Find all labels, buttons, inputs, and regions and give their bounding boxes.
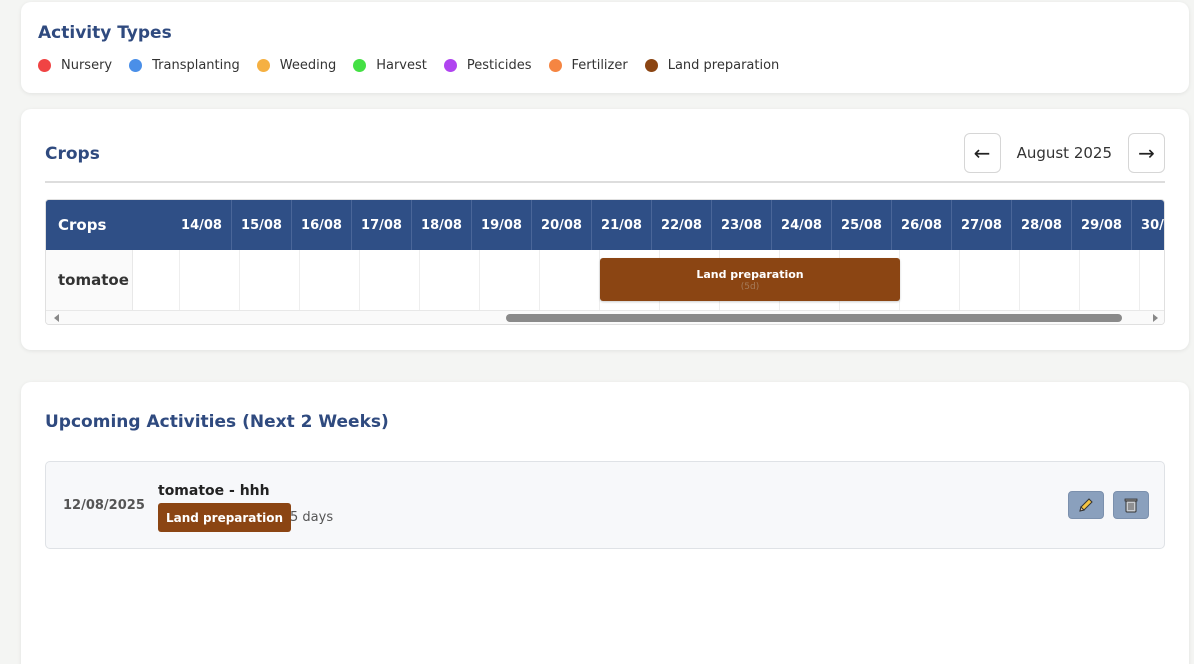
crops-card: Crops ← August 2025 → Crops 14/08 15/08 16… xyxy=(21,109,1189,350)
prev-month-button[interactable]: ← xyxy=(963,133,1001,173)
crops-title: Crops xyxy=(45,144,100,164)
timeline-cell[interactable] xyxy=(360,250,420,310)
timeline-cell[interactable] xyxy=(900,250,960,310)
crops-timeline-grid: Crops 14/08 15/08 16/08 17/08 18/08 19/08 20/0… xyxy=(45,199,1165,325)
delete-button[interactable] xyxy=(1113,491,1149,519)
timeline-cell[interactable] xyxy=(480,250,540,310)
date-column-header: 18/08 xyxy=(412,200,472,250)
activity-types-title: Activity Types xyxy=(38,23,172,43)
activity-types-card: Activity Types Nursery Transplanting Wee… xyxy=(21,2,1189,93)
legend-dot xyxy=(353,59,367,72)
date-column-header: 19/08 xyxy=(472,200,532,250)
timeline-cell[interactable] xyxy=(1080,250,1140,310)
date-column-header: 21/08 xyxy=(592,200,652,250)
timeline-cell[interactable] xyxy=(180,250,240,310)
legend-item-harvest: Harvest xyxy=(353,58,427,73)
crop-row-label: tomatoe xyxy=(46,250,133,310)
timeline-cell[interactable] xyxy=(420,250,480,310)
legend-item-nursery: Nursery xyxy=(38,58,112,73)
date-column-header: 28/08 xyxy=(1012,200,1072,250)
legend-dot xyxy=(644,59,658,72)
legend-item-land-preparation: Land preparation xyxy=(644,58,779,73)
timeline-row: tomatoe Land preparation (5d) xyxy=(46,250,1164,310)
trash-icon xyxy=(1124,498,1138,513)
activity-name: tomatoe - hhh xyxy=(158,483,270,499)
scrollbar-thumb[interactable] xyxy=(506,314,1122,322)
timeline-cell[interactable] xyxy=(300,250,360,310)
legend-item-weeding: Weeding xyxy=(256,58,336,73)
date-column-header: 24/08 xyxy=(772,200,832,250)
pencil-icon xyxy=(1079,498,1093,512)
activity-type-badge: Land preparation xyxy=(158,503,292,532)
scroll-right-arrow-icon[interactable] xyxy=(1153,314,1158,322)
legend-dot xyxy=(256,59,270,72)
activity-date: 12/08/2025 xyxy=(63,498,145,513)
next-month-button[interactable]: → xyxy=(1128,133,1165,173)
upcoming-activities-card: Upcoming Activities (Next 2 Weeks) 12/08… xyxy=(21,382,1189,664)
date-column-header: 29/08 xyxy=(1072,200,1132,250)
month-label: August 2025 xyxy=(1016,144,1112,162)
date-column-header: 16/08 xyxy=(292,200,352,250)
activity-legend: Nursery Transplanting Weeding Harvest Pe… xyxy=(38,58,796,73)
activity-duration: 5 days xyxy=(290,510,334,525)
edit-button[interactable] xyxy=(1068,491,1104,519)
crops-column-header: Crops xyxy=(46,200,180,250)
date-column-header: 26/08 xyxy=(892,200,952,250)
timeline-header: Crops 14/08 15/08 16/08 17/08 18/08 19/08 20/0… xyxy=(46,200,1164,250)
scroll-left-arrow-icon[interactable] xyxy=(54,314,59,322)
timeline-cell[interactable] xyxy=(1140,250,1164,310)
month-navigation: ← August 2025 → xyxy=(963,133,1165,173)
horizontal-scrollbar[interactable] xyxy=(46,310,1164,324)
upcoming-activity-item: 12/08/2025 tomatoe - hhh Land preparatio… xyxy=(45,461,1165,549)
timeline-cell[interactable] xyxy=(960,250,1020,310)
timeline-cell[interactable] xyxy=(133,250,180,310)
legend-dot xyxy=(129,59,143,72)
timeline-cell[interactable] xyxy=(1020,250,1080,310)
legend-dot xyxy=(443,59,457,72)
date-column-header: 14/08 xyxy=(172,200,232,250)
timeline-cell[interactable] xyxy=(540,250,600,310)
date-column-header: 20/08 xyxy=(532,200,592,250)
legend-dot xyxy=(38,59,51,72)
arrow-right-icon: → xyxy=(1138,141,1155,165)
date-column-header: 22/08 xyxy=(652,200,712,250)
legend-item-transplanting: Transplanting xyxy=(129,58,240,73)
date-column-header: 23/08 xyxy=(712,200,772,250)
arrow-left-icon: ← xyxy=(973,141,991,165)
upcoming-activities-title: Upcoming Activities (Next 2 Weeks) xyxy=(45,412,389,432)
legend-item-pesticides: Pesticides xyxy=(443,58,532,73)
divider xyxy=(45,181,1165,183)
legend-dot xyxy=(548,59,562,72)
date-column-header: 15/08 xyxy=(232,200,292,250)
activity-bar-duration: (5d) xyxy=(740,282,760,292)
activity-bar-label: Land preparation xyxy=(696,268,804,281)
date-column-header: 17/08 xyxy=(352,200,412,250)
date-column-header: 30/08 xyxy=(1132,200,1164,250)
date-columns: 14/08 15/08 16/08 17/08 18/08 19/08 20/08 21/08… xyxy=(172,200,1164,250)
activity-bar-land-preparation[interactable]: Land preparation (5d) xyxy=(600,258,900,301)
legend-item-fertilizer: Fertilizer xyxy=(548,58,628,73)
date-column-header: 27/08 xyxy=(952,200,1012,250)
date-column-header: 25/08 xyxy=(832,200,892,250)
timeline-cell[interactable] xyxy=(240,250,300,310)
